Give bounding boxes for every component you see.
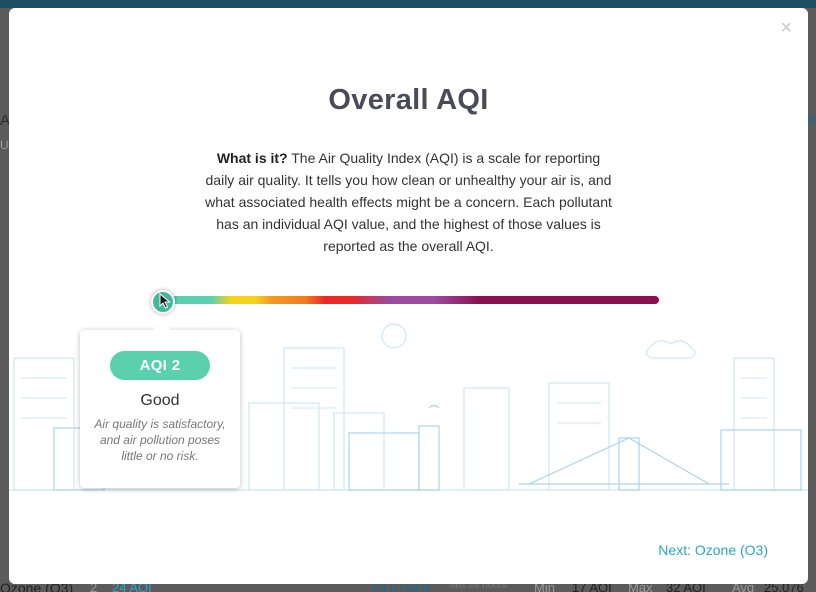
aqi-badge: AQI 2 bbox=[110, 351, 210, 380]
aqi-tooltip: AQI 2 Good Air quality is satisfactory, … bbox=[80, 322, 240, 488]
aqi-scale-bar[interactable] bbox=[161, 296, 659, 304]
aqi-level-label: Good bbox=[140, 392, 180, 409]
description-heading: What is it? bbox=[216, 150, 288, 166]
background-subtext: U bbox=[0, 138, 9, 152]
app-topbar bbox=[0, 0, 816, 8]
close-icon[interactable]: × bbox=[780, 18, 792, 38]
mouse-pointer-icon bbox=[159, 293, 171, 309]
aqi-info-modal: × Overall AQI What is it? The Air Qualit… bbox=[9, 8, 808, 584]
aqi-health-message: Air quality is satisfactory, and air pol… bbox=[94, 417, 226, 463]
modal-description: What is it? The Air Quality Index (AQI) … bbox=[201, 147, 616, 257]
next-ozone-link[interactable]: Next: Ozone (O3) bbox=[658, 542, 768, 558]
background-value: 8 bbox=[808, 112, 816, 128]
modal-title: Overall AQI bbox=[328, 84, 489, 116]
